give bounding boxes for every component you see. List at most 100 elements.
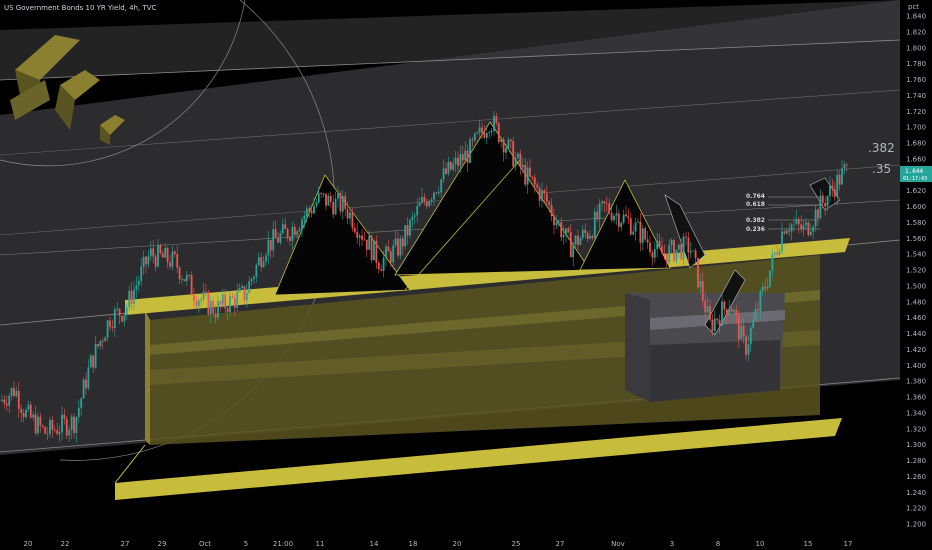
candle-up bbox=[411, 216, 414, 221]
candle-up bbox=[248, 281, 251, 294]
candle-down bbox=[63, 414, 66, 420]
candle-up bbox=[677, 244, 680, 250]
candle-down bbox=[370, 236, 373, 261]
candle-down bbox=[629, 218, 632, 235]
candle-down bbox=[735, 310, 738, 315]
candle-down bbox=[800, 224, 803, 230]
candle-down bbox=[529, 167, 531, 177]
price-tick-label: 1.680 bbox=[906, 140, 926, 148]
price-tick-label: 1.520 bbox=[906, 267, 926, 275]
candle-down bbox=[51, 419, 54, 430]
candle-down bbox=[725, 309, 728, 315]
candle-up bbox=[229, 295, 231, 312]
chart-canvas[interactable]: 0.764 0.618 0.382 0.236 .382 .35 US Gove… bbox=[0, 0, 932, 550]
candle-down bbox=[269, 239, 272, 251]
time-tick-label: 20 bbox=[24, 540, 33, 548]
candle-down bbox=[5, 403, 8, 406]
candle-up bbox=[574, 235, 577, 245]
candle-down bbox=[821, 195, 824, 203]
candle-up bbox=[181, 279, 183, 280]
candle-down bbox=[274, 229, 277, 238]
price-tick-label: 1.800 bbox=[906, 44, 926, 52]
time-tick-label: Oct bbox=[199, 540, 211, 548]
candle-up bbox=[279, 233, 282, 243]
candle-down bbox=[586, 233, 589, 239]
candle-down bbox=[764, 286, 767, 289]
candle-up bbox=[754, 309, 757, 320]
candle-down bbox=[548, 201, 551, 205]
candle-down bbox=[701, 281, 704, 301]
candle-down bbox=[22, 412, 25, 417]
candle-up bbox=[373, 240, 375, 261]
candle-up bbox=[37, 416, 39, 434]
candle-up bbox=[476, 132, 479, 134]
candle-up bbox=[778, 250, 781, 255]
candle-down bbox=[377, 262, 380, 270]
candle-down bbox=[742, 325, 745, 337]
price-tick-label: 1.300 bbox=[906, 441, 926, 449]
candle-up bbox=[209, 301, 212, 315]
candle-up bbox=[257, 257, 260, 266]
candle-up bbox=[557, 221, 560, 223]
candle-up bbox=[46, 433, 49, 435]
candle-down bbox=[550, 204, 553, 217]
candle-down bbox=[584, 229, 587, 234]
chart-title[interactable]: US Government Bonds 10 YR Yield, 4h, TVC bbox=[4, 4, 157, 12]
candle-up bbox=[32, 414, 35, 418]
channel-left-face bbox=[145, 310, 150, 445]
candle-down bbox=[603, 201, 606, 204]
candle-down bbox=[166, 248, 169, 263]
candle-down bbox=[322, 193, 325, 195]
price-tick-label: 1.460 bbox=[906, 314, 926, 322]
candle-down bbox=[353, 227, 356, 232]
price-tick-label: 1.320 bbox=[906, 425, 926, 433]
candle-up bbox=[428, 200, 431, 207]
time-tick-label: 18 bbox=[409, 540, 418, 548]
candle-down bbox=[13, 388, 15, 397]
candle-down bbox=[639, 221, 642, 243]
candle-up bbox=[135, 285, 138, 290]
time-axis[interactable] bbox=[0, 536, 900, 550]
candle-up bbox=[473, 133, 476, 141]
candle-up bbox=[409, 220, 411, 236]
candle-down bbox=[737, 314, 740, 340]
candle-down bbox=[44, 426, 47, 434]
candle-up bbox=[733, 310, 735, 312]
candle-down bbox=[332, 202, 335, 215]
candle-up bbox=[759, 290, 762, 311]
candle-up bbox=[593, 211, 596, 238]
candle-down bbox=[365, 239, 368, 250]
candle-up bbox=[185, 275, 188, 282]
candle-down bbox=[193, 295, 195, 302]
candle-down bbox=[497, 123, 500, 143]
candle-up bbox=[349, 212, 351, 219]
candle-down bbox=[178, 267, 181, 280]
candle-up bbox=[829, 185, 831, 197]
candle-up bbox=[171, 251, 174, 267]
candle-up bbox=[358, 235, 361, 238]
candle-down bbox=[320, 193, 323, 194]
candle-down bbox=[627, 216, 630, 219]
candle-up bbox=[478, 127, 481, 133]
candle-up bbox=[255, 265, 258, 277]
candle-up bbox=[793, 223, 795, 225]
candle-up bbox=[699, 281, 702, 288]
fib-level-35: .35 bbox=[872, 162, 891, 176]
candle-down bbox=[183, 279, 186, 282]
candle-up bbox=[305, 208, 308, 217]
chart-area[interactable]: 0.764 0.618 0.382 0.236 .382 .35 US Gove… bbox=[0, 0, 932, 550]
candle-up bbox=[298, 229, 301, 232]
candle-up bbox=[541, 190, 543, 201]
candle-down bbox=[161, 253, 164, 258]
candle-down bbox=[53, 429, 56, 431]
candle-down bbox=[154, 256, 157, 267]
candle-up bbox=[149, 248, 152, 257]
candle-up bbox=[77, 407, 80, 418]
price-tick-label: 1.760 bbox=[906, 76, 926, 84]
candle-down bbox=[159, 244, 162, 254]
candle-up bbox=[500, 139, 503, 143]
current-price-value: 1.644 bbox=[905, 168, 923, 175]
candle-down bbox=[231, 295, 234, 298]
candle-down bbox=[658, 240, 661, 247]
candle-up bbox=[781, 231, 783, 251]
